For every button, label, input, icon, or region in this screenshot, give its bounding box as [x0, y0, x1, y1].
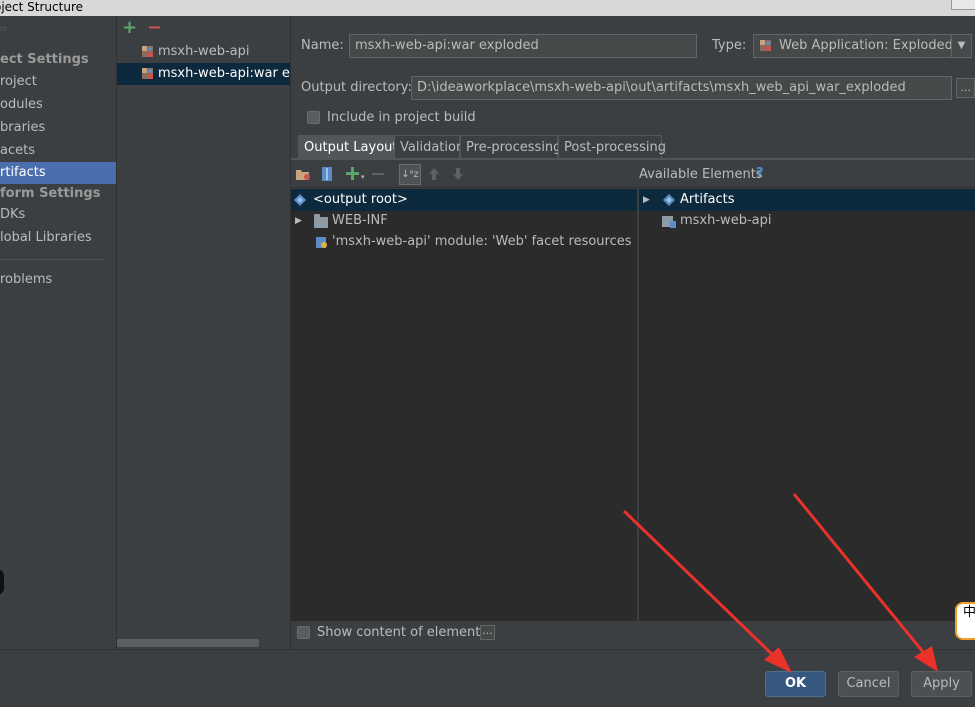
ime-indicator-label: 中	[963, 605, 975, 620]
sort-alpha-icon[interactable]: ↓ᵃz	[399, 164, 421, 185]
chevron-down-icon[interactable]: ▼	[951, 35, 971, 57]
dialog-button-bar: OK Cancel Apply	[0, 649, 975, 707]
ok-button[interactable]: OK	[765, 671, 826, 697]
nav-header-project-settings: ect Settings	[0, 52, 89, 67]
settings-nav: ⇦ ect Settings roject odules braries ace…	[0, 16, 117, 649]
tree-row-label: msxh-web-api	[680, 213, 772, 228]
remove-icon[interactable]	[370, 166, 386, 182]
folder-icon	[314, 214, 328, 228]
expand-triangle-icon[interactable]: ▶	[643, 189, 650, 211]
back-arrow-icon[interactable]: ⇦	[0, 22, 7, 37]
web-artifact-icon	[142, 68, 153, 79]
add-copy-icon[interactable]	[345, 166, 361, 182]
horizontal-scrollbar[interactable]	[117, 639, 259, 647]
tab-underline	[291, 158, 975, 160]
plus-icon[interactable]: +	[122, 18, 137, 38]
available-elements-tree[interactable]: ▶ Artifacts msxh-web-api	[639, 189, 975, 621]
web-artifact-icon	[760, 40, 771, 51]
include-in-build-label: Include in project build	[327, 110, 476, 125]
type-select-value: Web Application: Exploded	[779, 38, 953, 53]
tab-post-processing[interactable]: Post-processing	[558, 135, 666, 159]
tree-row-label: Artifacts	[680, 192, 735, 207]
expand-triangle-icon[interactable]: ▶	[295, 210, 302, 232]
nav-separator	[0, 259, 104, 260]
artifact-item[interactable]: msxh-web-api	[117, 41, 290, 63]
web-artifact-icon	[142, 46, 153, 57]
available-elements-header: Available Elements	[639, 167, 763, 182]
nav-item-project[interactable]: roject	[0, 71, 116, 93]
browse-button[interactable]: ...	[956, 78, 975, 98]
nav-item-sdks[interactable]: DKs	[0, 204, 116, 226]
nav-item-facets[interactable]: acets	[0, 140, 116, 162]
type-label: Type:	[712, 38, 747, 53]
show-content-options-button[interactable]: ...	[480, 625, 495, 640]
output-directory-label: Output directory:	[301, 80, 412, 95]
output-layout-tree[interactable]: <output root> ▶ WEB-INF 'msxh-web-api' m…	[291, 189, 637, 621]
include-in-build-checkbox[interactable]	[307, 111, 320, 124]
name-input[interactable]: msxh-web-api:war exploded	[349, 34, 697, 58]
cancel-button[interactable]: Cancel	[838, 671, 899, 697]
minus-icon[interactable]: −	[147, 18, 162, 38]
nav-item-artifacts[interactable]: rtifacts	[0, 162, 116, 184]
nav-item-global-libraries[interactable]: lobal Libraries	[0, 227, 116, 249]
show-content-label: Show content of elements	[317, 625, 488, 640]
layout-toolbar: ▾ ↓ᵃz Available Elements ?	[291, 161, 975, 188]
web-facet-icon	[316, 237, 327, 248]
nav-item-problems[interactable]: roblems	[0, 269, 116, 291]
dropdown-caret-icon[interactable]: ▾	[361, 173, 365, 181]
output-directory-input[interactable]: D:\ideaworkplace\msxh-web-api\out\artifa…	[411, 76, 952, 100]
decorative-blob	[0, 569, 4, 595]
artifact-item-selected[interactable]: msxh-web-api:war exp	[117, 63, 290, 85]
tree-row-label: <output root>	[313, 192, 408, 207]
move-up-icon[interactable]	[426, 166, 442, 182]
tab-output-layout[interactable]: Output Layout	[298, 135, 397, 159]
archive-icon[interactable]	[319, 166, 335, 182]
window-corner-control[interactable]	[951, 0, 975, 10]
new-folder-icon[interactable]	[295, 166, 311, 182]
tree-row-output-root[interactable]: <output root>	[291, 189, 637, 211]
artifact-label: msxh-web-api:war exp	[158, 66, 290, 81]
nav-header-platform-settings: form Settings	[0, 186, 101, 201]
tree-row-module[interactable]: msxh-web-api	[639, 210, 975, 232]
artifact-label: msxh-web-api	[158, 44, 250, 59]
show-content-checkbox[interactable]	[297, 626, 310, 639]
tree-row-label: 'msxh-web-api' module: 'Web' facet resou…	[332, 234, 632, 249]
nav-item-libraries[interactable]: braries	[0, 117, 116, 139]
window-title: oject Structure	[0, 0, 83, 14]
tree-row-label: WEB-INF	[332, 213, 388, 228]
ime-indicator[interactable]: 中	[955, 602, 975, 640]
title-bar: oject Structure	[0, 0, 975, 16]
tree-row-facet-resources[interactable]: 'msxh-web-api' module: 'Web' facet resou…	[291, 231, 637, 253]
help-icon[interactable]: ?	[756, 166, 764, 181]
tab-pre-processing[interactable]: Pre-processing	[460, 135, 561, 159]
tab-validation[interactable]: Validation	[394, 135, 464, 159]
artifacts-list-panel: + − msxh-web-api msxh-web-api:war exp	[117, 16, 291, 649]
tree-row-artifacts[interactable]: ▶ Artifacts	[639, 189, 975, 211]
artifact-diamond-icon	[663, 194, 675, 206]
module-folder-icon	[662, 216, 676, 228]
move-down-icon[interactable]	[450, 166, 466, 182]
artifact-diamond-icon	[294, 194, 306, 206]
name-label: Name:	[301, 38, 344, 53]
type-select[interactable]: Web Application: Exploded ▼	[753, 34, 972, 58]
apply-button[interactable]: Apply	[911, 671, 972, 697]
tree-row-web-inf[interactable]: ▶ WEB-INF	[291, 210, 637, 232]
nav-item-modules[interactable]: odules	[0, 94, 116, 116]
